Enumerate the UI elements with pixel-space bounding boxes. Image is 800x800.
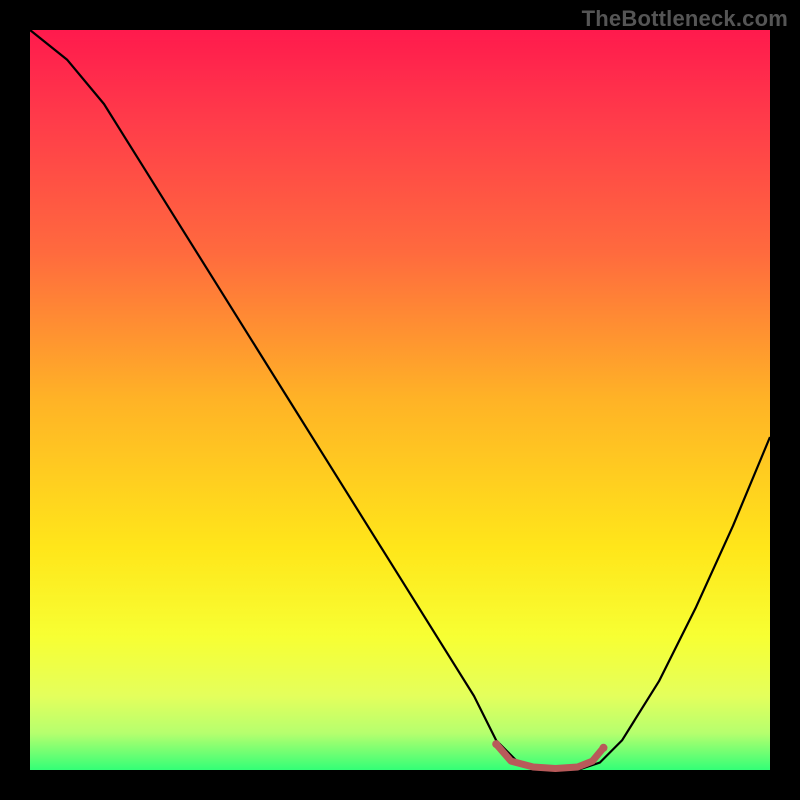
plot-area	[30, 30, 770, 770]
bottleneck-chart	[0, 0, 800, 800]
chart-container: TheBottleneck.com	[0, 0, 800, 800]
optimal-region-endpoint	[600, 744, 608, 752]
watermark-text: TheBottleneck.com	[582, 6, 788, 32]
optimal-region-endpoint	[492, 740, 500, 748]
